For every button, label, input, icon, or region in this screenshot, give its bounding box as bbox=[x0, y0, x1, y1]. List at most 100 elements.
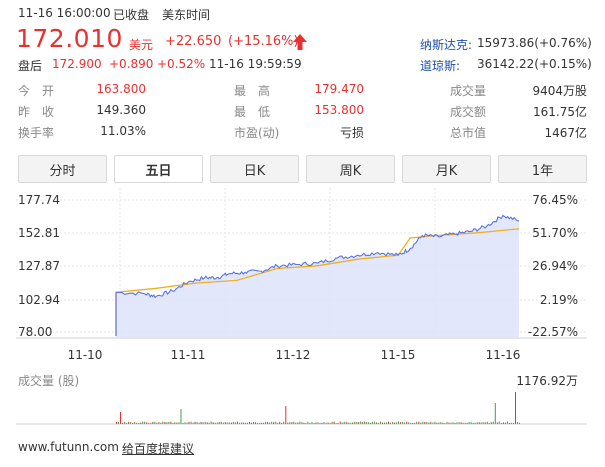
tab-weekly-k[interactable]: 周K bbox=[306, 155, 395, 183]
volume-bar bbox=[150, 422, 152, 424]
tab-five-day[interactable]: 五日 bbox=[114, 155, 203, 183]
volume-bar bbox=[442, 422, 444, 424]
volume-bars bbox=[116, 392, 520, 424]
volume-bar bbox=[353, 421, 355, 424]
stat-open-label: 今 开 bbox=[18, 84, 55, 98]
volume-bar bbox=[234, 422, 236, 424]
index-dow[interactable]: 道琼斯: bbox=[420, 57, 460, 74]
volume-bar bbox=[321, 422, 323, 424]
y-right-label: 51.70% bbox=[532, 226, 578, 240]
volume-bar bbox=[367, 422, 369, 424]
volume-bar bbox=[414, 422, 416, 424]
tab-intraday[interactable]: 分时 bbox=[18, 155, 107, 183]
after-hours-price: 172.900 bbox=[52, 57, 102, 71]
price-chart[interactable]: 177.74 152.81 127.87 102.94 78.00 76.45%… bbox=[0, 188, 605, 428]
volume-bar bbox=[470, 421, 472, 424]
footer-site[interactable]: www.futunn.com bbox=[18, 440, 119, 454]
volume-bar bbox=[208, 422, 210, 424]
volume-bar bbox=[388, 421, 389, 424]
volume-bar bbox=[371, 421, 373, 424]
volume-bar bbox=[194, 421, 196, 424]
volume-bar bbox=[410, 423, 412, 424]
volume-bar bbox=[176, 422, 178, 424]
volume-bar bbox=[349, 422, 351, 424]
index-nasdaq-value: 15973.86(+0.76%) bbox=[477, 36, 592, 50]
volume-bar bbox=[474, 422, 476, 424]
volume-bar bbox=[204, 421, 206, 424]
stat-high-value: 179.470 bbox=[314, 82, 364, 96]
index-dow-value: 36142.22(+0.15%) bbox=[477, 57, 592, 71]
volume-bar bbox=[472, 423, 474, 424]
volume-bar bbox=[428, 422, 430, 424]
volume-bar bbox=[440, 422, 442, 424]
volume-bar bbox=[283, 421, 285, 424]
stat-high-label: 最 高 bbox=[234, 84, 271, 98]
volume-bar bbox=[136, 422, 138, 424]
volume-bar bbox=[482, 422, 484, 424]
volume-bar bbox=[490, 422, 492, 424]
volume-bar bbox=[130, 422, 132, 424]
volume-bar bbox=[287, 422, 289, 424]
feedback-link[interactable]: 给百度提建议 bbox=[122, 440, 194, 457]
volume-bar bbox=[504, 422, 506, 424]
volume-bar bbox=[263, 422, 265, 424]
volume-bar bbox=[247, 422, 248, 424]
volume-bar bbox=[412, 422, 414, 424]
volume-bar bbox=[116, 422, 117, 424]
volume-bar bbox=[309, 422, 311, 424]
volume-bar bbox=[343, 421, 345, 424]
after-hours-time: 11-16 19:59:59 bbox=[209, 57, 302, 71]
y-left-label: 152.81 bbox=[18, 226, 60, 240]
volume-bar bbox=[196, 422, 198, 424]
volume-bar bbox=[206, 422, 208, 424]
volume-bar bbox=[257, 422, 258, 424]
volume-bar bbox=[424, 421, 426, 424]
volume-bar bbox=[297, 422, 299, 424]
volume-bar bbox=[317, 422, 319, 424]
volume-bar bbox=[392, 421, 394, 424]
volume-bar bbox=[480, 422, 482, 424]
volume-bar bbox=[186, 422, 188, 424]
volume-bar bbox=[502, 422, 504, 424]
volume-bar bbox=[190, 421, 192, 424]
volume-bar bbox=[216, 422, 218, 424]
tab-one-year[interactable]: 1年 bbox=[498, 155, 587, 183]
volume-bar bbox=[396, 422, 398, 424]
volume-bar bbox=[404, 422, 406, 424]
volume-bar bbox=[345, 421, 347, 424]
volume-bar bbox=[128, 421, 130, 424]
volume-bar bbox=[390, 422, 391, 424]
volume-bar bbox=[462, 422, 464, 424]
volume-bar bbox=[242, 422, 244, 424]
volume-bar bbox=[384, 422, 385, 424]
tab-monthly-k[interactable]: 月K bbox=[402, 155, 491, 183]
volume-bar bbox=[351, 422, 353, 424]
volume-bar bbox=[486, 421, 488, 424]
volume-bar bbox=[158, 422, 160, 424]
volume-bar bbox=[386, 422, 387, 424]
volume-bar bbox=[226, 422, 228, 424]
volume-bar bbox=[182, 423, 184, 424]
volume-bar bbox=[134, 422, 136, 424]
stat-pe-label: 市盈(动) bbox=[234, 126, 280, 140]
volume-bar bbox=[408, 422, 410, 424]
y-left-label: 78.00 bbox=[18, 325, 52, 339]
currency-label: 美元 bbox=[129, 38, 154, 52]
volume-bar bbox=[337, 422, 339, 424]
volume-bar bbox=[198, 422, 200, 424]
volume-bar bbox=[172, 422, 174, 424]
volume-bar bbox=[478, 422, 480, 424]
volume-bar bbox=[508, 423, 510, 424]
volume-bar bbox=[436, 422, 438, 424]
x-axis-label: 11-15 bbox=[381, 348, 416, 362]
volume-bar bbox=[452, 422, 454, 424]
index-nasdaq[interactable]: 纳斯达克: bbox=[420, 36, 472, 53]
volume-bar bbox=[174, 422, 176, 424]
volume-bar bbox=[140, 422, 142, 424]
volume-bar bbox=[279, 421, 281, 424]
volume-bar bbox=[271, 421, 273, 424]
volume-bar bbox=[154, 421, 156, 424]
volume-bar bbox=[434, 421, 436, 424]
volume-bar bbox=[178, 422, 180, 424]
tab-daily-k[interactable]: 日K bbox=[210, 155, 299, 183]
